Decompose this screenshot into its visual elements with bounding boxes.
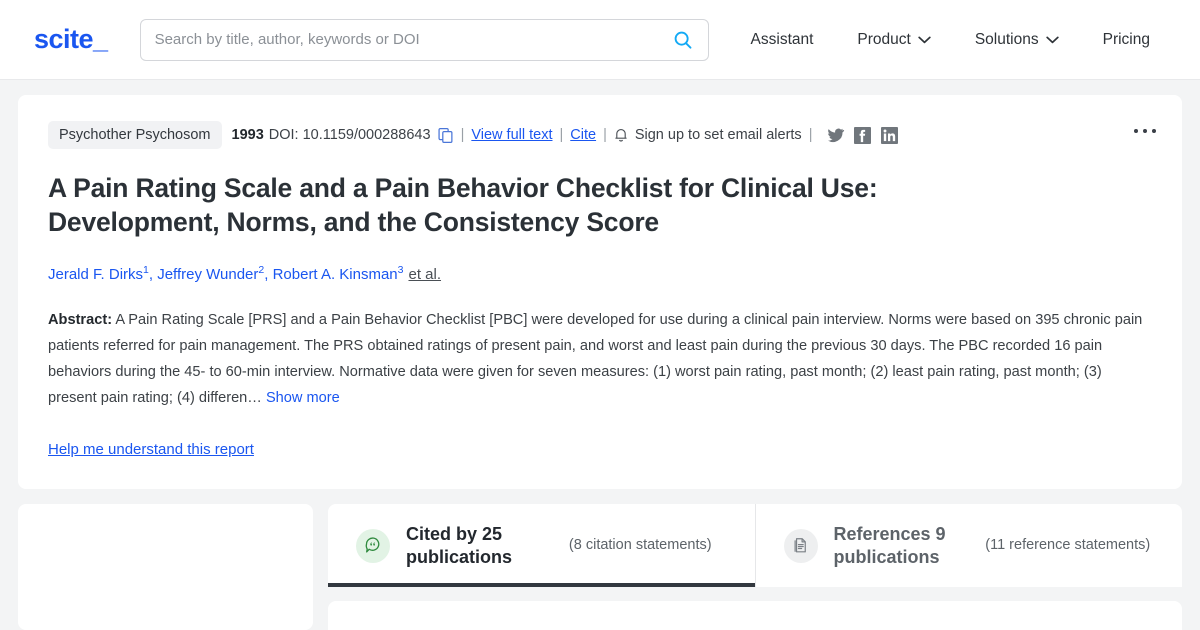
abstract-text: Abstract: A Pain Rating Scale [PRS] and …: [48, 307, 1152, 411]
search-bar[interactable]: [139, 18, 709, 61]
tab-content-panel: [328, 601, 1182, 630]
dot: [1143, 129, 1147, 133]
nav-label: Solutions: [974, 30, 1039, 48]
search-icon[interactable]: [672, 29, 694, 51]
twitter-icon[interactable]: [827, 127, 845, 144]
tab-cited-by[interactable]: Cited by 25 publications (8 citation sta…: [328, 504, 755, 587]
separator: |: [460, 127, 465, 143]
document-icon: [783, 528, 818, 563]
linkedin-icon[interactable]: [881, 126, 899, 144]
publication-year: 1993: [231, 127, 264, 143]
nav-label: Product: [857, 30, 911, 48]
separator: |: [808, 127, 813, 143]
help-understand-report-link[interactable]: Help me understand this report: [48, 441, 254, 458]
journal-badge[interactable]: Psychother Psychosom: [48, 121, 222, 149]
abstract-label: Abstract:: [48, 312, 113, 328]
social-share-group: [827, 126, 899, 144]
comma: ,: [264, 266, 273, 283]
author-link[interactable]: Jeffrey Wunder2: [157, 264, 264, 283]
nav-item-solutions[interactable]: Solutions: [953, 31, 1081, 49]
email-alerts-label[interactable]: Sign up to set email alerts: [635, 127, 802, 143]
nav-label: Assistant: [750, 30, 814, 48]
publication-card: Psychother Psychosom 1993 DOI: 10.1159/0…: [18, 95, 1182, 489]
scite-logo[interactable]: scite_: [34, 24, 108, 55]
main-navigation: Assistant Product Solutions Pricing: [729, 31, 1172, 49]
author-link[interactable]: Robert A. Kinsman3: [272, 264, 404, 283]
author-name: Robert A. Kinsman: [272, 266, 398, 283]
dot: [1134, 129, 1138, 133]
tab-references-sublabel: (11 reference statements): [985, 537, 1151, 553]
sidebar-panel: [18, 504, 313, 630]
nav-label: Pricing: [1102, 30, 1150, 48]
nav-item-assistant[interactable]: Assistant: [729, 31, 836, 49]
kebab-menu-icon[interactable]: [1134, 129, 1156, 133]
et-al-link[interactable]: et al.: [408, 266, 441, 283]
chevron-down-icon: [918, 31, 931, 49]
comma: ,: [148, 266, 158, 283]
cite-link[interactable]: Cite: [570, 127, 596, 143]
author-link[interactable]: Jerald F. Dirks1: [48, 264, 149, 283]
tab-cited-by-sublabel: (8 citation statements): [568, 537, 712, 553]
nav-item-product[interactable]: Product: [835, 31, 952, 49]
chevron-down-icon: [1045, 31, 1059, 49]
bell-icon[interactable]: [614, 127, 628, 143]
author-affiliation: 3: [397, 264, 404, 276]
page-title: A Pain Rating Scale and a Pain Behavior …: [48, 173, 878, 237]
tab-references-label: References 9 publications: [833, 523, 946, 567]
copy-icon[interactable]: [438, 127, 454, 144]
abstract-body: A Pain Rating Scale [PRS] and a Pain Beh…: [48, 312, 1143, 406]
author-name: Jeffrey Wunder: [157, 266, 259, 283]
separator: |: [603, 127, 607, 143]
citation-tabs: Cited by 25 publications (8 citation sta…: [328, 504, 1182, 587]
site-header: scite_ Assistant Product Solutions: [0, 0, 1200, 80]
doi-text: DOI: 10.1159/000288643: [268, 127, 431, 143]
tab-cited-by-label: Cited by 25 publications: [406, 523, 513, 567]
author-list: Jerald F. Dirks1, Jeffrey Wunder2, Rober…: [48, 260, 1152, 285]
citation-bubble-icon: [356, 528, 390, 563]
nav-item-pricing[interactable]: Pricing: [1081, 31, 1172, 49]
view-full-text-link[interactable]: View full text: [471, 127, 552, 143]
facebook-icon[interactable]: [854, 126, 872, 144]
author-name: Jerald F. Dirks: [48, 266, 144, 283]
separator: |: [559, 127, 564, 143]
dot: [1152, 129, 1156, 133]
publication-meta-row: Psychother Psychosom 1993 DOI: 10.1159/0…: [48, 121, 1152, 149]
tab-references[interactable]: References 9 publications (11 reference …: [754, 504, 1183, 587]
search-input[interactable]: [154, 31, 672, 48]
show-more-link[interactable]: Show more: [266, 390, 340, 406]
